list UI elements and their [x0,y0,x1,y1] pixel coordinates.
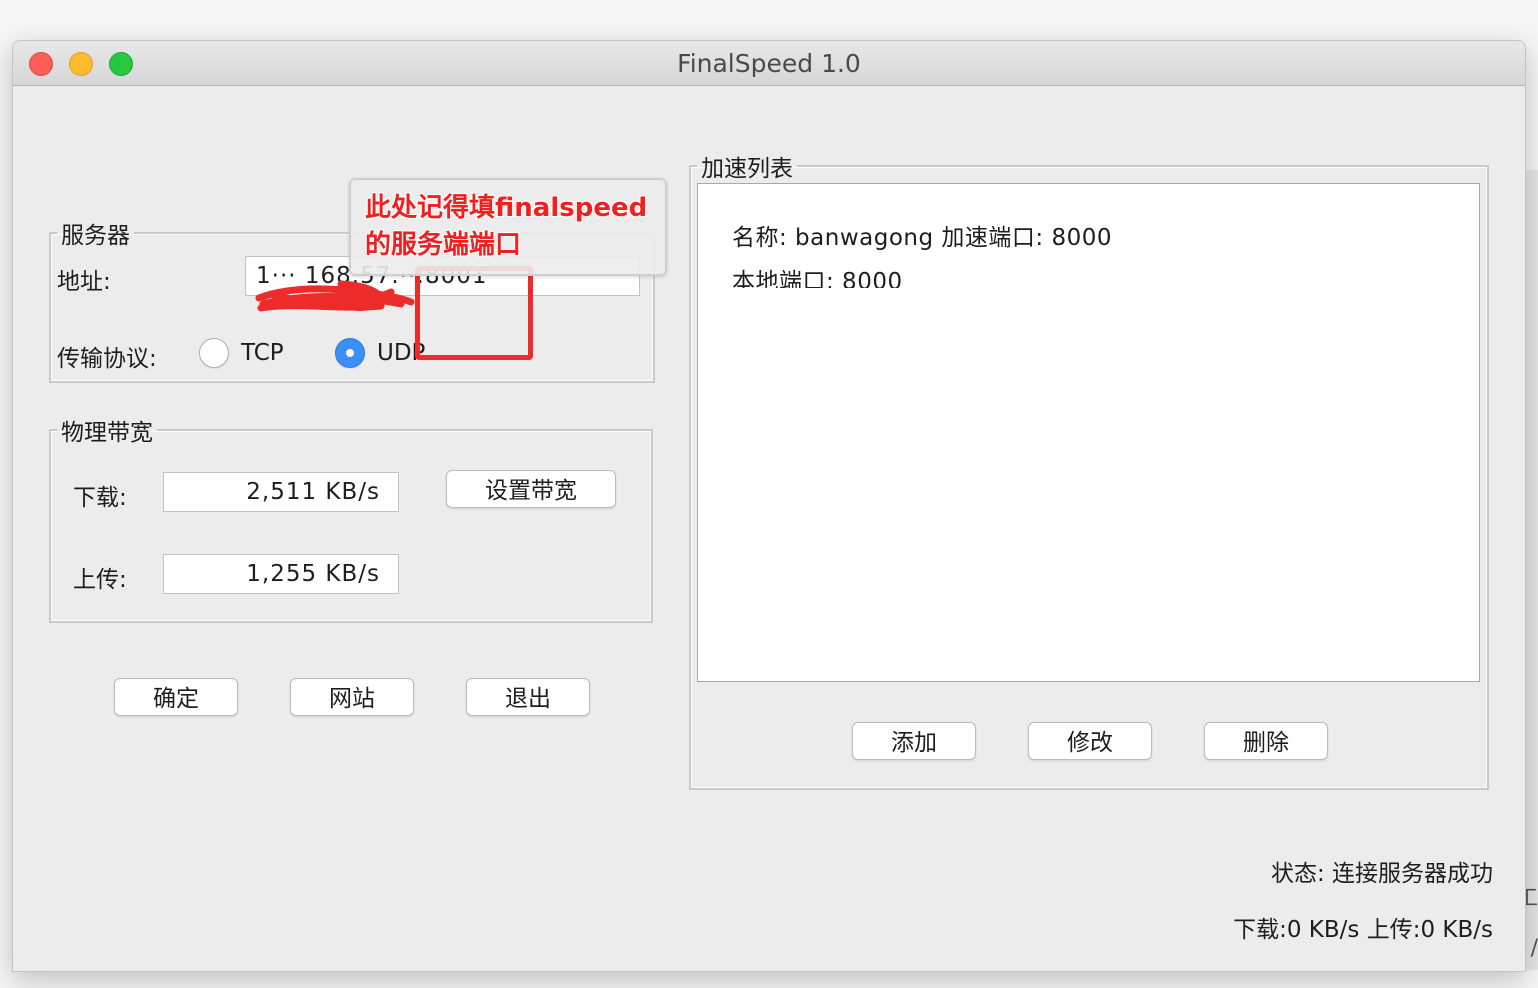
background-window-edge [1524,170,1538,970]
protocol-label: 传输协议: [57,346,157,372]
website-button[interactable]: 网站 [290,678,414,716]
server-group-legend: 服务器 [61,223,130,249]
annotation-line-1: 此处记得填finalspeed [365,193,648,223]
window-title: FinalSpeed 1.0 [677,49,861,78]
accel-list[interactable]: 名称: banwagong 加速端口: 8000 本地端口: 8000 [697,183,1480,682]
protocol-radio-udp[interactable] [335,338,365,368]
annotation-callout: 此处记得填finalspeed 的服务端端口 [349,178,667,276]
exit-button[interactable]: 退出 [466,678,590,716]
traffic-status: 下载:0 KB/s 上传:0 KB/s [1233,917,1493,943]
protocol-tcp-label[interactable]: TCP [241,340,284,366]
delete-button[interactable]: 删除 [1204,722,1328,760]
finalspeed-window: FinalSpeed 1.0 服务器 地址: 1··· 168.57.··:80… [12,40,1526,972]
background-window-glyph: / [1530,936,1538,961]
address-label: 地址: [57,269,111,295]
protocol-radio-tcp[interactable] [199,338,229,368]
edit-button[interactable]: 修改 [1028,722,1152,760]
upload-label: 上传: [73,567,127,593]
port-highlight-box [415,266,533,360]
accel-list-item-clip: 本地端口: 8000 [698,268,1479,288]
window-content: 服务器 地址: 1··· 168.57.··:8001 传输协议: TCP UD… [13,86,1525,971]
bandwidth-group-legend: 物理带宽 [61,420,153,446]
add-button[interactable]: 添加 [852,722,976,760]
upload-bandwidth-input[interactable]: 1,255 KB/s [163,554,399,594]
download-bandwidth-input[interactable]: 2,511 KB/s [163,472,399,512]
annotation-line-2: 的服务端端口 [365,230,522,260]
accel-list-legend: 加速列表 [701,156,793,182]
redaction-scribble [255,280,415,312]
accel-list-item-line1[interactable]: 名称: banwagong 加速端口: 8000 [732,218,1112,252]
set-bandwidth-button[interactable]: 设置带宽 [446,470,616,508]
title-bar[interactable]: FinalSpeed 1.0 [13,41,1525,86]
connection-status: 状态: 连接服务器成功 [1270,861,1493,887]
ok-button[interactable]: 确定 [114,678,238,716]
accel-list-item-line2[interactable]: 本地端口: 8000 [732,268,903,288]
download-label: 下载: [73,485,127,511]
